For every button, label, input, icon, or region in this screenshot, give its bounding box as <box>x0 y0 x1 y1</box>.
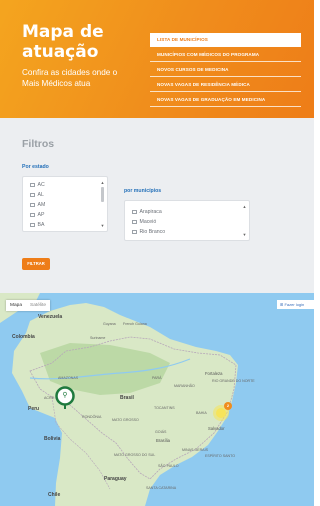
filters-panel: Filtros Por estado AC AL AM AP BA ▲ ▼ po… <box>0 118 314 293</box>
map-label-venezuela: Venezuela <box>38 314 63 320</box>
scroll-down-icon[interactable]: ▼ <box>100 223 105 228</box>
checkbox[interactable] <box>30 192 35 198</box>
map-label-chile: Chile <box>48 492 61 498</box>
map-label-mato-grosso-do-sul: MATO GROSSO DO SUL <box>114 453 156 457</box>
map-label-bahia: BAHIA <box>196 411 207 415</box>
map-label-amazonas: AMAZONAS <box>58 376 79 380</box>
state-option[interactable]: BA <box>30 221 44 229</box>
map-label-tocantins: TOCANTINS <box>154 406 175 410</box>
cluster-core <box>216 408 226 418</box>
page-subtitle: Confira as cidades onde o Mais Médicos a… <box>22 68 118 88</box>
map-label-para: PARÁ <box>152 376 162 380</box>
map-label-acre: ACRE <box>44 396 54 400</box>
checkbox[interactable] <box>30 202 35 208</box>
map-label-bolivia: Bolivia <box>44 436 61 442</box>
municipality-filter-label: por municípios <box>124 188 162 194</box>
filters-title: Filtros <box>22 138 55 150</box>
nav-item-lista-municipios[interactable]: LISTA DE MUNICÍPIOS <box>150 33 301 47</box>
map-marker-pin-icon[interactable]: ⚲ <box>60 391 70 401</box>
map-label-brasilia: Brasília <box>156 438 170 443</box>
checkbox[interactable] <box>132 219 137 225</box>
map-type-map-button[interactable]: Mapa <box>6 300 26 311</box>
map-view[interactable]: ⚲ 2 Mapa Satélite ⊞ Fazer login Venezuel… <box>0 293 314 506</box>
state-option[interactable]: AL <box>30 191 44 199</box>
checkbox[interactable] <box>30 182 35 188</box>
scroll-up-icon[interactable]: ▲ <box>242 204 247 209</box>
scroll-up-icon[interactable]: ▲ <box>100 180 105 185</box>
checkbox[interactable] <box>132 209 137 215</box>
map-layer-nav: LISTA DE MUNICÍPIOS MUNICÍPIOS COM MÉDIC… <box>150 33 301 108</box>
map-label-suriname: Suriname <box>90 336 106 340</box>
map-type-toggle: Mapa Satélite <box>6 300 50 311</box>
municipality-option[interactable]: Maceió <box>132 218 156 226</box>
municipality-option[interactable]: Rio Branco <box>132 228 165 236</box>
scrollbar-thumb[interactable] <box>101 187 104 202</box>
state-option[interactable]: AP <box>30 211 44 219</box>
municipality-option[interactable]: Arapiraca <box>132 208 162 216</box>
state-select-list[interactable]: AC AL AM AP BA ▲ ▼ <box>22 176 108 232</box>
nav-item-municipios-com-medicos[interactable]: MUNICÍPIOS COM MÉDICOS DO PROGRAMA <box>150 48 301 62</box>
map-label-mato-grosso: MATO GROSSO <box>112 418 139 422</box>
map-label-maranhao: MARANHÃO <box>174 384 195 388</box>
map-label-sao-paulo: SÃO PAULO <box>158 464 179 468</box>
checkbox[interactable] <box>30 212 35 218</box>
hero-banner: Mapa de atuação Confira as cidades onde … <box>0 0 314 118</box>
map-label-rio-grande-do-norte: RIO GRANDE DO NORTE <box>212 379 255 383</box>
map-label-french-guiana: French Guiana <box>123 322 147 326</box>
state-filter-label: Por estado <box>22 164 49 170</box>
map-label-santa-catarina: SANTA CATARINA <box>146 486 177 490</box>
map-label-colombia: Colombia <box>12 334 35 340</box>
checkbox[interactable] <box>30 222 35 228</box>
municipality-select-list[interactable]: Arapiraca Maceió Rio Branco ▲ ▼ <box>124 200 250 241</box>
south-america-landmass <box>0 293 238 506</box>
map-type-satellite-button[interactable]: Satélite <box>26 300 50 311</box>
nav-item-vagas-residencia[interactable]: NOVAS VAGAS DE RESIDÊNCIA MÉDICA <box>150 78 301 92</box>
state-option[interactable]: AM <box>30 201 45 209</box>
map-label-salvador: Salvador <box>208 426 225 431</box>
map-label-peru: Peru <box>28 406 40 412</box>
map-label-guyana: Guyana <box>103 322 116 326</box>
map-label-brasil: Brasil <box>120 395 134 401</box>
map-cluster-count[interactable]: 2 <box>225 403 231 409</box>
map-login-button[interactable]: ⊞ Fazer login <box>277 300 314 309</box>
map-label-goias: GOIÁS <box>155 430 167 434</box>
map-label-minas-gerais: MINAS GERAIS <box>182 448 208 452</box>
map-label-paraguay: Paraguay <box>104 476 127 482</box>
map-label-rondonia: RONDÔNIA <box>82 415 102 419</box>
map-label-fortaleza: Fortaleza <box>205 371 223 376</box>
map-label-espirito-santo: ESPÍRITO SANTO <box>205 454 236 458</box>
nav-item-novos-cursos[interactable]: NOVOS CURSOS DE MEDICINA <box>150 63 301 77</box>
state-option[interactable]: AC <box>30 181 45 189</box>
checkbox[interactable] <box>132 229 137 235</box>
state-list-scrollbar[interactable]: ▲ ▼ <box>100 180 105 228</box>
page-title: Mapa de atuação <box>22 22 104 62</box>
filter-button[interactable]: FILTRAR <box>22 258 50 270</box>
nav-item-vagas-graduacao[interactable]: NOVAS VAGAS DE GRADUAÇÃO EM MEDICINA <box>150 93 301 107</box>
scroll-down-icon[interactable]: ▼ <box>242 232 247 237</box>
municipality-list-scrollbar[interactable]: ▲ ▼ <box>242 204 247 237</box>
